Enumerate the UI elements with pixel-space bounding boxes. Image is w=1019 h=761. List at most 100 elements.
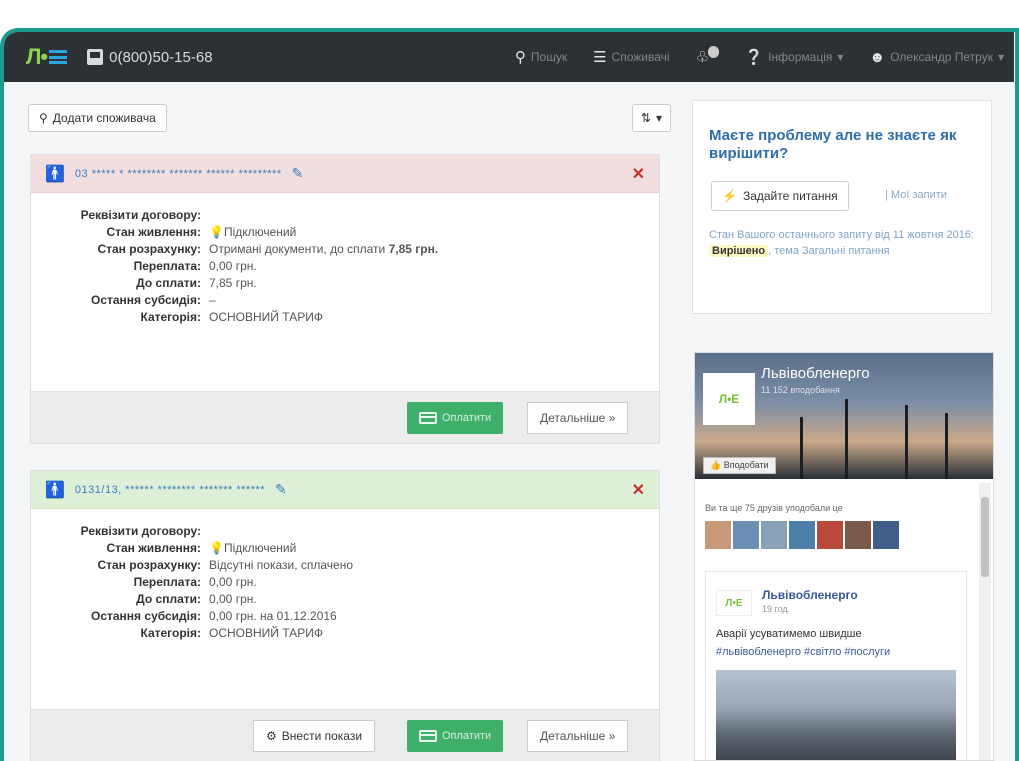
avatar[interactable] bbox=[817, 521, 843, 549]
account-title[interactable]: 0131/13, ****** ******** ******* ****** bbox=[75, 484, 265, 496]
close-icon[interactable]: ✕ bbox=[632, 480, 645, 500]
field-label: Категорія: bbox=[140, 310, 201, 324]
field-label: Реквізити договору: bbox=[80, 524, 201, 538]
field-label: До сплати: bbox=[136, 276, 201, 290]
info-icon: ❔ bbox=[744, 49, 764, 66]
field-label: Стан розрахунку: bbox=[97, 242, 201, 256]
user-icon: ☻ bbox=[869, 48, 886, 66]
avatar[interactable] bbox=[845, 521, 871, 549]
pay-label: Оплатити bbox=[442, 730, 492, 742]
field-value: 0,00 грн. на 01.12.2016 bbox=[209, 609, 337, 623]
hotline-phone: 0(800)50-15-68 bbox=[87, 48, 213, 66]
nav-info[interactable]: ❔ Інформація ▾ bbox=[745, 48, 844, 66]
bell-icon: ♧ bbox=[695, 49, 710, 66]
sort-dropdown-button[interactable]: ⇅ ▾ bbox=[631, 104, 671, 132]
search-icon: ⚲ bbox=[39, 111, 48, 125]
chevron-down-icon: ▾ bbox=[837, 50, 844, 64]
field-label: Переплата: bbox=[133, 259, 201, 273]
account-header: 🚹 0131/13, ****** ******** ******* *****… bbox=[31, 471, 659, 509]
status-suffix[interactable]: , тема Загальні питання bbox=[768, 245, 890, 257]
nav-notifications[interactable]: ♧ bbox=[695, 46, 719, 66]
facebook-page-name[interactable]: Львівобленерго bbox=[761, 365, 870, 382]
post-hashtags[interactable]: #львівобленерго #світло #послуги bbox=[716, 646, 890, 658]
status-badge: Вирішено bbox=[709, 245, 769, 257]
post-author-name[interactable]: Львівобленерго bbox=[762, 588, 858, 602]
nav-search-label: Пошук bbox=[530, 50, 568, 64]
chevron-down-icon: ▾ bbox=[997, 50, 1004, 64]
close-icon[interactable]: ✕ bbox=[632, 164, 645, 184]
thumbs-up-icon: 👍 bbox=[710, 460, 722, 470]
field-value: Відсутні покази, сплачено bbox=[209, 558, 354, 572]
avatar[interactable] bbox=[733, 521, 759, 549]
help-title: Маєте проблему але не знаєте як вирішити… bbox=[709, 127, 957, 162]
amount-due-bold: 7,85 грн. bbox=[388, 242, 439, 256]
lightbulb-icon: 💡 bbox=[209, 541, 224, 555]
ask-question-label: Задайте питання bbox=[742, 189, 838, 203]
nav-user[interactable]: ☻ Олександр Петрук ▾ bbox=[869, 49, 1004, 66]
facebook-scrollbar[interactable] bbox=[979, 483, 991, 760]
facebook-friends-text: Ви та ще 75 друзів уподобали це bbox=[705, 503, 843, 513]
sort-icon: ⇅ bbox=[640, 111, 651, 125]
nav-user-label: Олександр Петрук bbox=[890, 50, 993, 64]
pay-label: Оплатити bbox=[442, 412, 492, 424]
add-consumer-label: Додати споживача bbox=[52, 111, 156, 125]
field-value: Підключений bbox=[223, 225, 297, 239]
nav-consumers[interactable]: ☰ Споживачі bbox=[593, 48, 669, 66]
account-details: Реквізити договору: Стан живлення: 💡Підкл… bbox=[31, 193, 659, 326]
facebook-page-logo[interactable]: Л•Е bbox=[703, 373, 755, 425]
facebook-widget: Л•Е Львівобленерго 11 152 вподобання 👍 В… bbox=[694, 352, 994, 761]
avatar[interactable] bbox=[789, 521, 815, 549]
post-author-logo[interactable]: Л•Е bbox=[716, 590, 752, 616]
edit-icon[interactable]: ✎ bbox=[275, 481, 287, 498]
enter-readings-button[interactable]: ⚙ Внести покази bbox=[253, 720, 376, 752]
credit-card-icon bbox=[419, 412, 437, 424]
field-label: Стан живлення: bbox=[106, 541, 201, 555]
field-label: Реквізити договору: bbox=[80, 208, 201, 222]
company-logo[interactable]: Л• bbox=[26, 44, 68, 70]
post-text: Аварії усуватимемо швидше bbox=[716, 628, 862, 640]
pay-button[interactable]: Оплатити bbox=[407, 720, 504, 752]
last-request-status: Стан Вашого останнього запиту від 11 жов… bbox=[709, 227, 984, 259]
details-button[interactable]: Детальніше » bbox=[527, 720, 629, 752]
account-actions: ⚙ Внести покази Оплатити Детальніше » bbox=[31, 709, 659, 761]
phone-number: 0(800)50-15-68 bbox=[109, 48, 213, 66]
field-value: Отримані документи, до сплати bbox=[209, 242, 386, 256]
friends-avatars bbox=[705, 521, 899, 549]
edit-icon[interactable]: ✎ bbox=[292, 165, 304, 182]
avatar[interactable] bbox=[873, 521, 899, 549]
field-value: ОСНОВНИЙ ТАРИФ bbox=[209, 626, 323, 640]
account-card-1: 🚹 03 ***** * ******** ******* ****** ***… bbox=[30, 154, 660, 444]
person-icon: 🚹 bbox=[45, 481, 65, 499]
account-card-2: 🚹 0131/13, ****** ******** ******* *****… bbox=[30, 470, 660, 761]
lightbulb-icon: 💡 bbox=[209, 225, 224, 239]
avatar[interactable] bbox=[705, 521, 731, 549]
post-date[interactable]: 19 год. bbox=[762, 604, 790, 614]
bolt-icon: ⚡ bbox=[722, 189, 737, 203]
field-value: – bbox=[209, 293, 216, 307]
account-title[interactable]: 03 ***** * ******** ******* ****** *****… bbox=[75, 168, 282, 180]
top-navbar: Л• 0(800)50-15-68 ⚲ Пошук ☰ Споживачі ♧ … bbox=[4, 32, 1014, 82]
details-label: Детальніше » bbox=[540, 411, 616, 425]
facebook-like-label: Вподобати bbox=[723, 460, 769, 470]
details-button[interactable]: Детальніше » bbox=[527, 402, 629, 434]
post-image[interactable] bbox=[716, 670, 956, 760]
field-value: 0,00 грн. bbox=[209, 259, 257, 273]
field-value: 7,85 грн. bbox=[209, 276, 257, 290]
account-actions: Оплатити Детальніше » bbox=[31, 391, 659, 443]
facebook-like-button[interactable]: 👍 Вподобати bbox=[703, 457, 776, 474]
pay-button[interactable]: Оплатити bbox=[407, 402, 504, 434]
add-consumer-button[interactable]: ⚲ Додати споживача bbox=[28, 104, 167, 132]
my-requests-link[interactable]: | Мої запити bbox=[885, 189, 947, 201]
field-label: Стан розрахунку: bbox=[97, 558, 201, 572]
field-label: До сплати: bbox=[136, 592, 201, 606]
scrollbar-thumb[interactable] bbox=[981, 497, 989, 577]
chevron-down-icon: ▾ bbox=[655, 111, 662, 125]
nav-search[interactable]: ⚲ Пошук bbox=[515, 48, 567, 66]
field-value: 0,00 грн. bbox=[209, 592, 257, 606]
ask-question-button[interactable]: ⚡ Задайте питання bbox=[711, 181, 849, 211]
details-label: Детальніше » bbox=[540, 729, 616, 743]
credit-card-icon bbox=[419, 730, 437, 742]
phone-icon bbox=[87, 49, 104, 65]
person-icon: 🚹 bbox=[45, 165, 65, 183]
avatar[interactable] bbox=[761, 521, 787, 549]
